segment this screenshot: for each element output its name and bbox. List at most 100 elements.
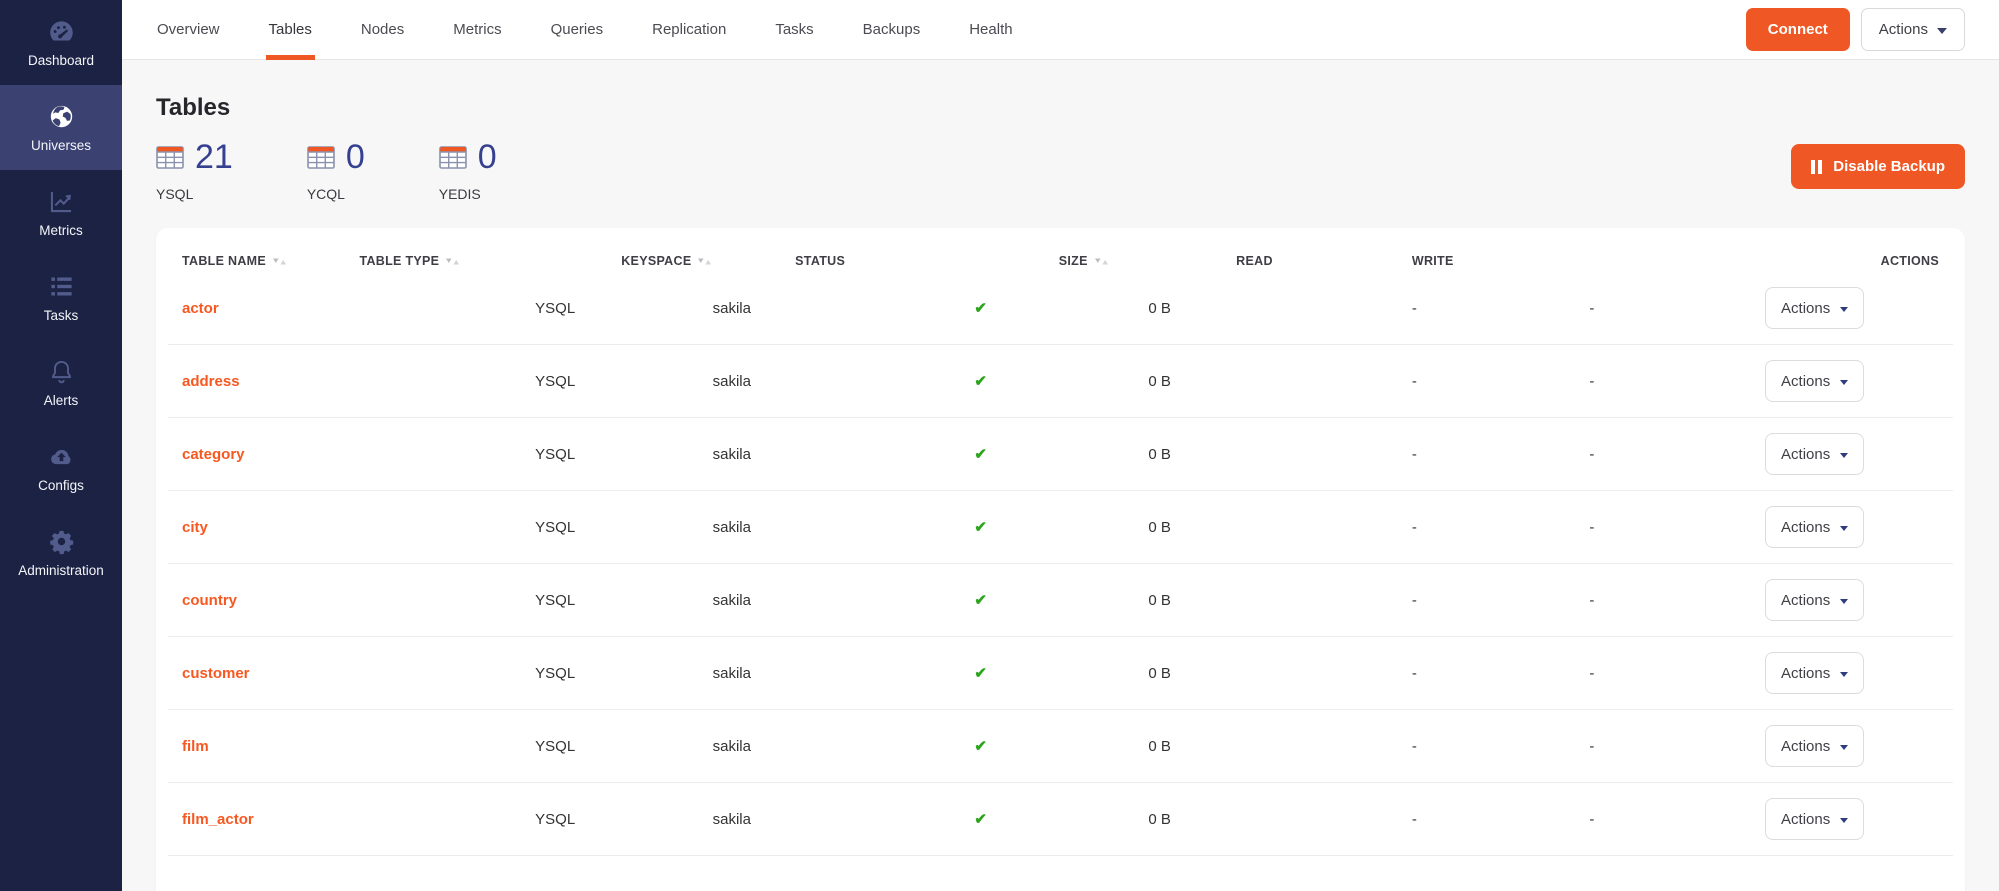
chevron-down-icon (1840, 672, 1848, 677)
check-icon: ✔ (974, 373, 987, 390)
tab[interactable]: Tables (269, 0, 312, 59)
sidebar-item-icon (48, 528, 75, 555)
row-actions-label: Actions (1781, 665, 1830, 682)
size-cell: 0 B (1148, 738, 1412, 755)
sort-icon[interactable] (698, 257, 711, 266)
table-name-link[interactable]: city (182, 519, 535, 536)
sidebar-item[interactable]: Universes (0, 85, 122, 170)
row-actions-button[interactable]: Actions (1765, 287, 1864, 329)
row-actions-button[interactable]: Actions (1765, 652, 1864, 694)
sidebar-item[interactable]: Dashboard (0, 0, 122, 85)
row-actions-button[interactable]: Actions (1765, 360, 1864, 402)
stat-label: YSQL (156, 186, 233, 202)
size-cell: 0 B (1148, 373, 1412, 390)
tab[interactable]: Backups (863, 0, 921, 59)
chevron-down-icon (1937, 28, 1947, 34)
chevron-down-icon (1840, 818, 1848, 823)
pause-icon (1811, 160, 1815, 174)
sidebar-item-icon (48, 18, 75, 45)
task-list-icon (48, 273, 75, 300)
tab[interactable]: Queries (551, 0, 604, 59)
status-cell: ✔ (974, 518, 1148, 536)
sidebar-item[interactable]: Alerts (0, 340, 122, 425)
size-cell: 0 B (1148, 519, 1412, 536)
sidebar-item[interactable]: Administration (0, 510, 122, 595)
size-cell: 0 B (1148, 446, 1412, 463)
column-header[interactable]: TABLE TYPE (359, 254, 621, 268)
status-cell: ✔ (974, 372, 1148, 390)
table-name-link[interactable]: address (182, 373, 535, 390)
table-name-link[interactable]: country (182, 592, 535, 609)
tab[interactable]: Tasks (775, 0, 813, 59)
tables-page: Tables 21 YSQL 0 (122, 60, 1999, 891)
chevron-down-icon (1840, 745, 1848, 750)
tab[interactable]: Replication (652, 0, 726, 59)
tab[interactable]: Metrics (453, 0, 501, 59)
sort-icon[interactable] (273, 257, 286, 266)
sort-icon[interactable] (446, 257, 459, 266)
tab[interactable]: Overview (157, 0, 220, 59)
column-header[interactable]: SIZE (1059, 254, 1236, 268)
table-type-cell: YSQL (535, 738, 712, 755)
cloud-upload-icon (48, 443, 75, 470)
table-name-link[interactable]: film (182, 738, 535, 755)
column-header-label: READ (1236, 254, 1273, 268)
column-header[interactable]: TABLE NAME (182, 254, 359, 268)
row-actions-cell: Actions (1765, 579, 1939, 621)
row-actions-cell: Actions (1765, 287, 1939, 329)
connect-button[interactable]: Connect (1746, 8, 1850, 51)
sort-icon[interactable] (1095, 257, 1108, 266)
tab[interactable]: Health (969, 0, 1012, 59)
keyspace-cell: sakila (713, 519, 975, 536)
stat-block: 0 YEDIS (439, 138, 497, 202)
sidebar-item[interactable]: Configs (0, 425, 122, 510)
bell-icon (48, 358, 75, 385)
read-cell: - (1412, 519, 1589, 536)
row-actions-label: Actions (1781, 811, 1830, 828)
sidebar-item-label: Tasks (44, 308, 79, 323)
table-name-link[interactable]: film_actor (182, 811, 535, 828)
row-actions-button[interactable]: Actions (1765, 798, 1864, 840)
write-cell: - (1589, 373, 1765, 390)
table-grid-icon (307, 146, 335, 169)
stat-count: 21 (195, 138, 233, 177)
sidebar-item[interactable]: Metrics (0, 170, 122, 255)
sidebar-item-icon (48, 188, 75, 215)
table-name-link[interactable]: actor (182, 300, 535, 317)
row-actions-button[interactable]: Actions (1765, 725, 1864, 767)
row-actions-button[interactable]: Actions (1765, 433, 1864, 475)
table-row: actor YSQL sakila ✔ 0 B - - Actions (168, 272, 1953, 345)
actions-dropdown-button[interactable]: Actions (1861, 8, 1965, 51)
table-row: film YSQL sakila ✔ 0 B - - Actions (168, 710, 1953, 783)
column-header-label: SIZE (1059, 254, 1088, 268)
table-name-link[interactable]: customer (182, 665, 535, 682)
chevron-down-icon (1840, 599, 1848, 604)
row-actions-button[interactable]: Actions (1765, 579, 1864, 621)
size-cell: 0 B (1148, 665, 1412, 682)
status-cell: ✔ (974, 664, 1148, 682)
row-actions-cell: Actions (1765, 506, 1939, 548)
row-actions-cell: Actions (1765, 652, 1939, 694)
column-header-label: WRITE (1412, 254, 1454, 268)
row-actions-label: Actions (1781, 373, 1830, 390)
stat-label: YCQL (307, 186, 365, 202)
row-actions-cell: Actions (1765, 725, 1939, 767)
table-type-cell: YSQL (535, 665, 712, 682)
sidebar-item[interactable]: Tasks (0, 255, 122, 340)
row-actions-button[interactable]: Actions (1765, 506, 1864, 548)
row-actions-label: Actions (1781, 300, 1830, 317)
chevron-down-icon (1840, 307, 1848, 312)
sidebar-item-icon (48, 358, 75, 385)
tab[interactable]: Nodes (361, 0, 404, 59)
line-chart-icon (48, 188, 75, 215)
column-header[interactable]: KEYSPACE (621, 254, 795, 268)
disable-backup-button[interactable]: Disable Backup (1791, 144, 1965, 189)
check-icon: ✔ (974, 738, 987, 755)
table-name-link[interactable]: category (182, 446, 535, 463)
sidebar-item-label: Alerts (44, 393, 79, 408)
write-cell: - (1589, 811, 1765, 828)
column-header: STATUS (795, 254, 1059, 268)
sidebar-item-label: Administration (18, 563, 104, 578)
row-actions-label: Actions (1781, 446, 1830, 463)
chevron-down-icon (1840, 526, 1848, 531)
